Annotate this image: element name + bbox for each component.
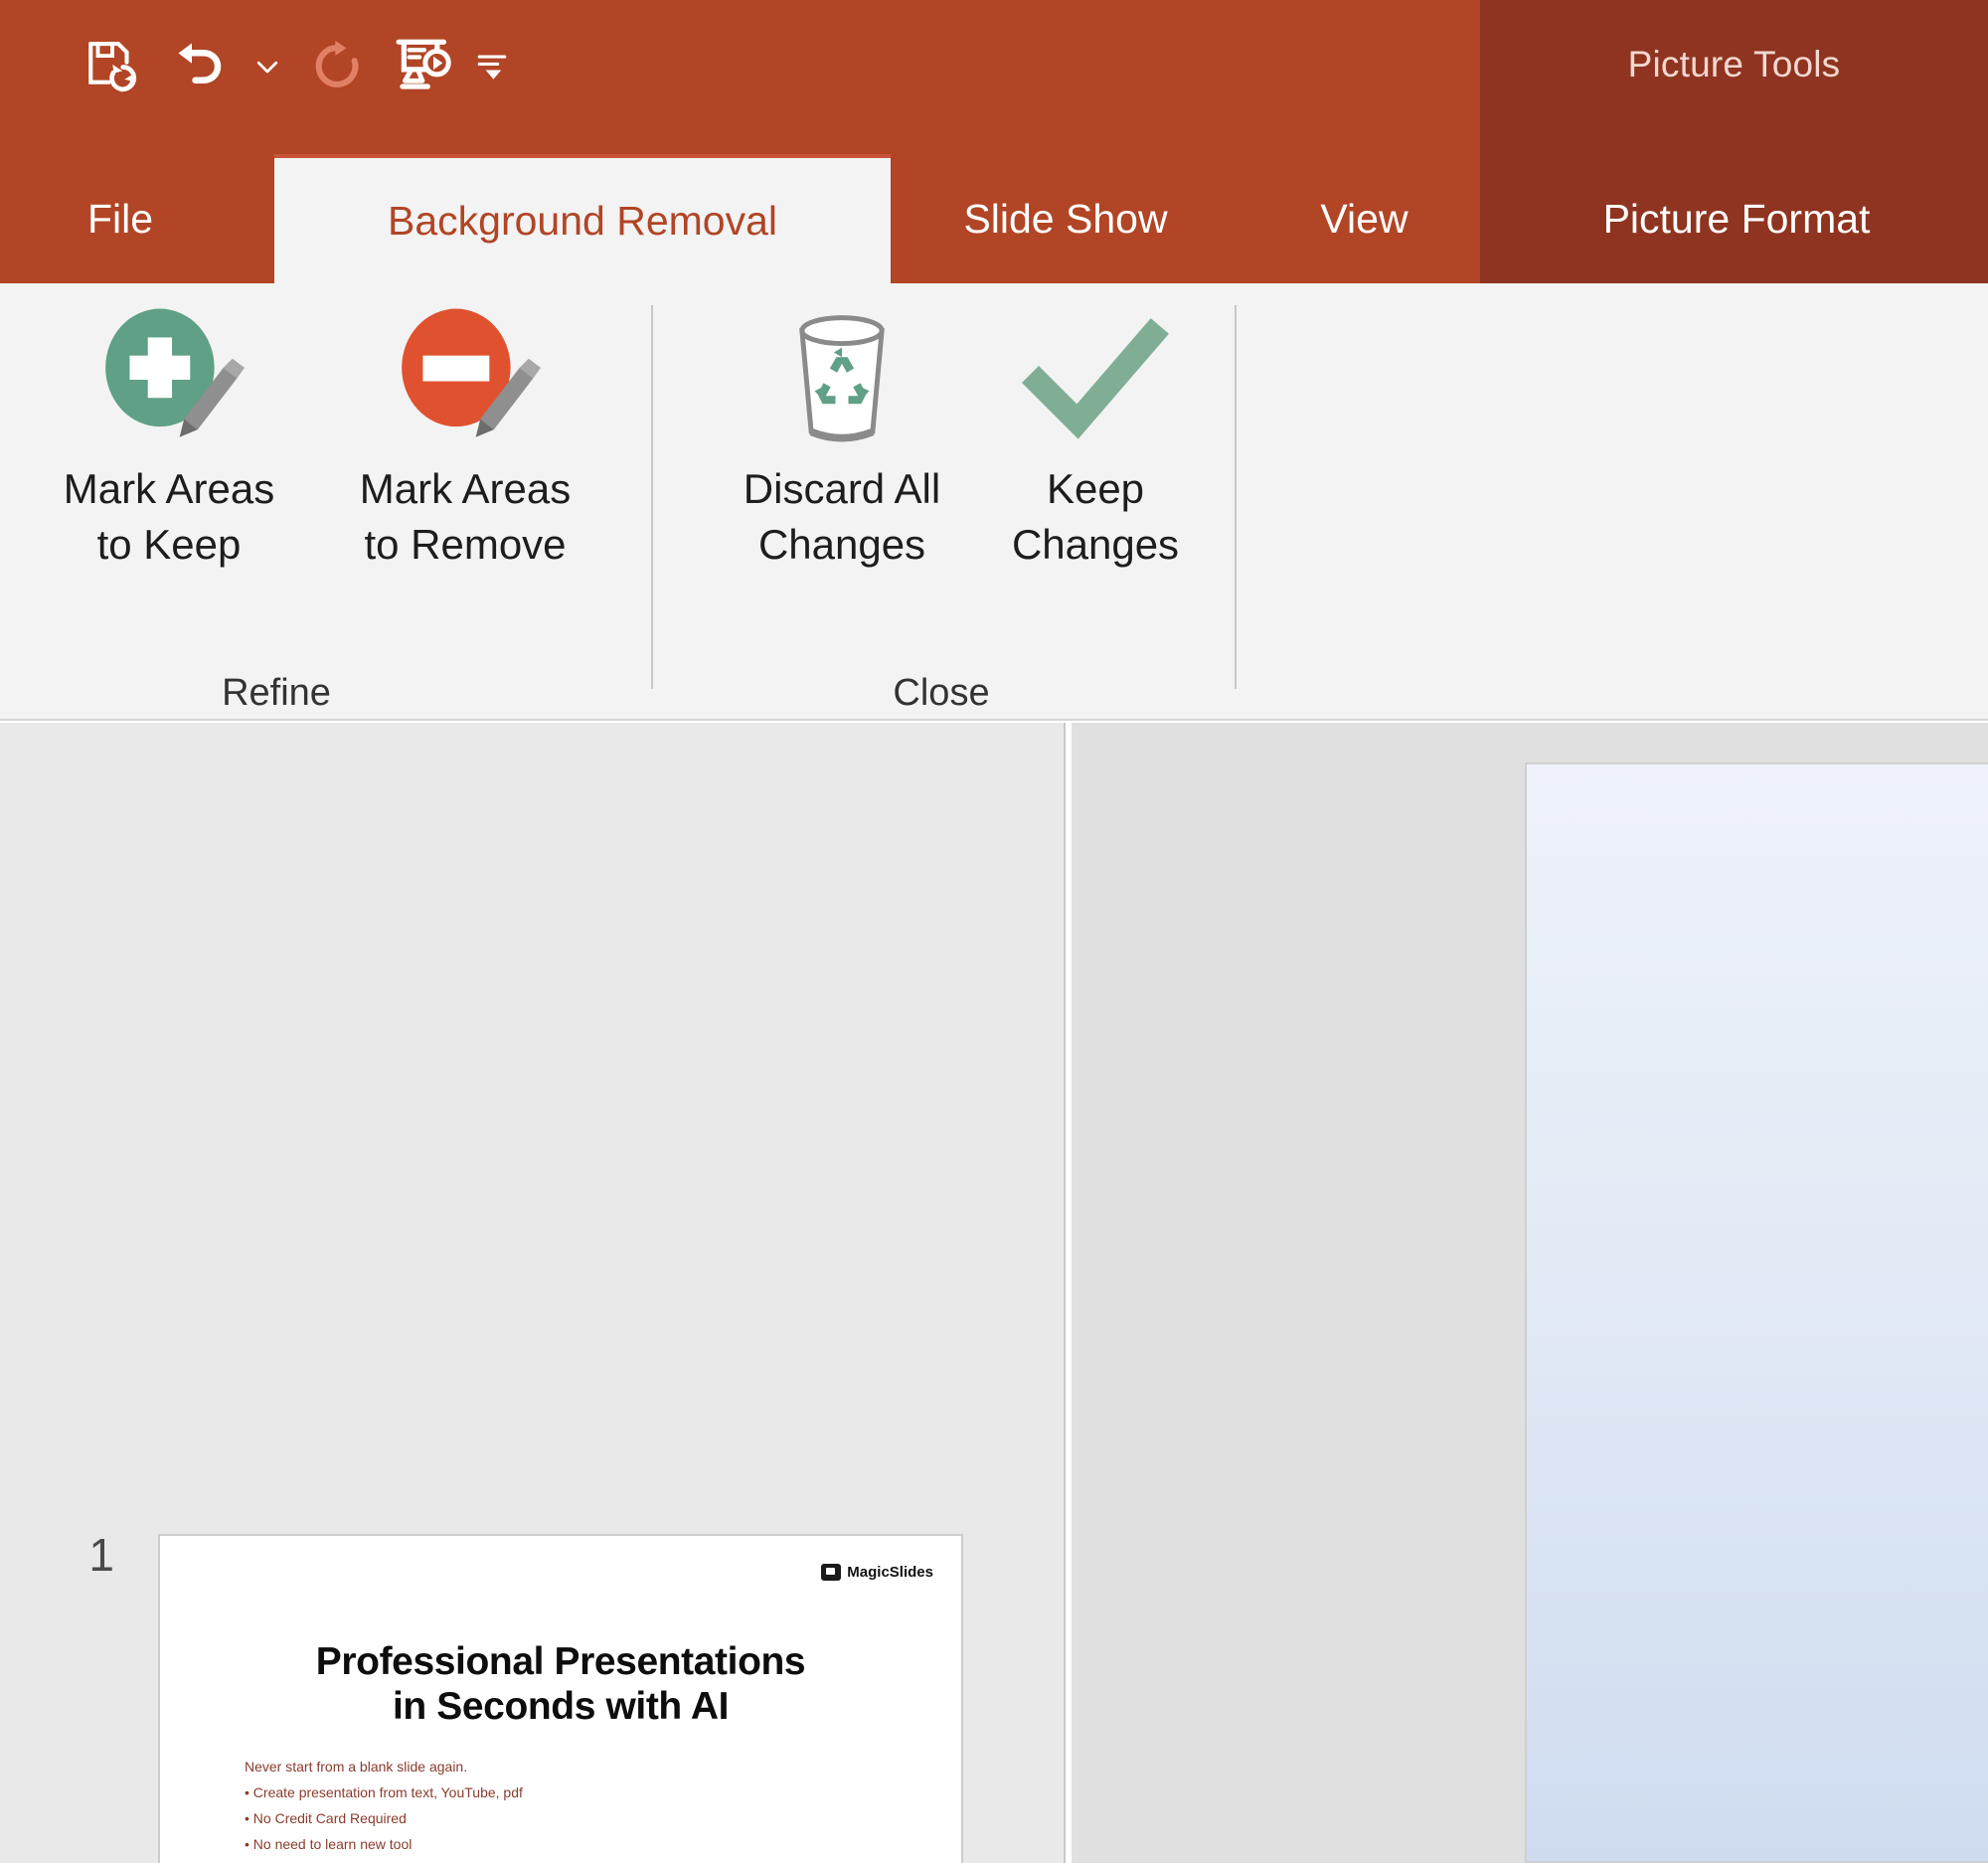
slide1-title-line2: in Seconds with AI	[392, 1685, 730, 1729]
group-divider-close	[1235, 305, 1237, 689]
slide1-bullet-2: • No Credit Card Required	[245, 1810, 407, 1827]
undo-icon[interactable]	[155, 24, 241, 109]
ribbon-group-refine: Mark Areas to Keep Mark Areas to Remove	[0, 283, 651, 721]
customize-qat-icon[interactable]	[465, 24, 519, 109]
magicslides-brand-1: MagicSlides	[821, 1564, 933, 1581]
mark-remove-icon	[390, 297, 541, 461]
slide1-lead: Never start from a blank slide again.	[245, 1759, 468, 1775]
keep-changes-button[interactable]: Keep Changes	[946, 297, 1244, 574]
slide-number-1: 1	[88, 1529, 114, 1581]
powerpoint-window: Picture Tools File Background Removal Sl…	[0, 0, 1988, 1863]
discard-all-changes-label: Discard All Changes	[743, 465, 941, 569]
slide1-title: Professional Presentations in Seconds wi…	[160, 1639, 961, 1729]
tab-picture-format[interactable]: Picture Format	[1518, 154, 1955, 283]
current-slide-canvas[interactable]	[1525, 762, 1988, 1863]
tab-view[interactable]: View	[1282, 154, 1446, 283]
editing-area-background	[1072, 723, 1521, 1863]
slide1-bullet-3: • No need to learn new tool	[245, 1836, 413, 1853]
ribbon-tab-strip: File Background Removal Slide Show View …	[0, 154, 1988, 283]
recycle-bin-icon	[776, 297, 908, 461]
save-icon[interactable]	[70, 24, 155, 109]
ribbon-group-label-refine: Refine	[222, 672, 331, 714]
ribbon-group-label-close: Close	[893, 672, 990, 714]
contextual-tab-title: Picture Tools	[1627, 44, 1841, 85]
tab-background-removal[interactable]: Background Removal	[274, 154, 891, 283]
keep-changes-label: Keep Changes	[1011, 465, 1180, 569]
slide-thumbnail-1[interactable]: MagicSlides Professional Presentations i…	[158, 1534, 963, 1863]
mark-areas-to-remove-button[interactable]: Mark Areas to Remove	[316, 297, 614, 574]
checkmark-icon	[1020, 297, 1171, 461]
slide1-bullet-1: • Create presentation from text, YouTube…	[245, 1784, 523, 1801]
magicslides-brand-text-1: MagicSlides	[847, 1564, 933, 1581]
quick-access-toolbar	[70, 24, 519, 109]
undo-dropdown-icon[interactable]	[241, 24, 294, 109]
redo-icon[interactable]	[294, 24, 380, 109]
tab-slide-show[interactable]: Slide Show	[916, 154, 1215, 283]
slide1-body: Never start from a blank slide again. • …	[245, 1759, 931, 1862]
mark-areas-to-keep-button[interactable]: Mark Areas to Keep	[20, 297, 318, 574]
workspace: 1 MagicSlides Professional Presentations…	[0, 723, 1988, 1863]
ribbon-group-close: Discard All Changes Keep Changes Close	[653, 283, 1235, 721]
start-slideshow-icon[interactable]	[380, 24, 465, 109]
slide1-title-line1: Professional Presentations	[315, 1640, 806, 1683]
tab-file[interactable]: File	[58, 154, 183, 283]
magicslides-logo-icon	[821, 1564, 842, 1581]
mark-keep-icon	[93, 297, 245, 461]
ribbon-title-bar: Picture Tools	[0, 0, 1988, 154]
mark-areas-to-keep-label: Mark Areas to Keep	[63, 465, 275, 569]
mark-areas-to-remove-label: Mark Areas to Remove	[359, 465, 572, 569]
ribbon-content: Mark Areas to Keep Mark Areas to Remove	[0, 283, 1988, 721]
